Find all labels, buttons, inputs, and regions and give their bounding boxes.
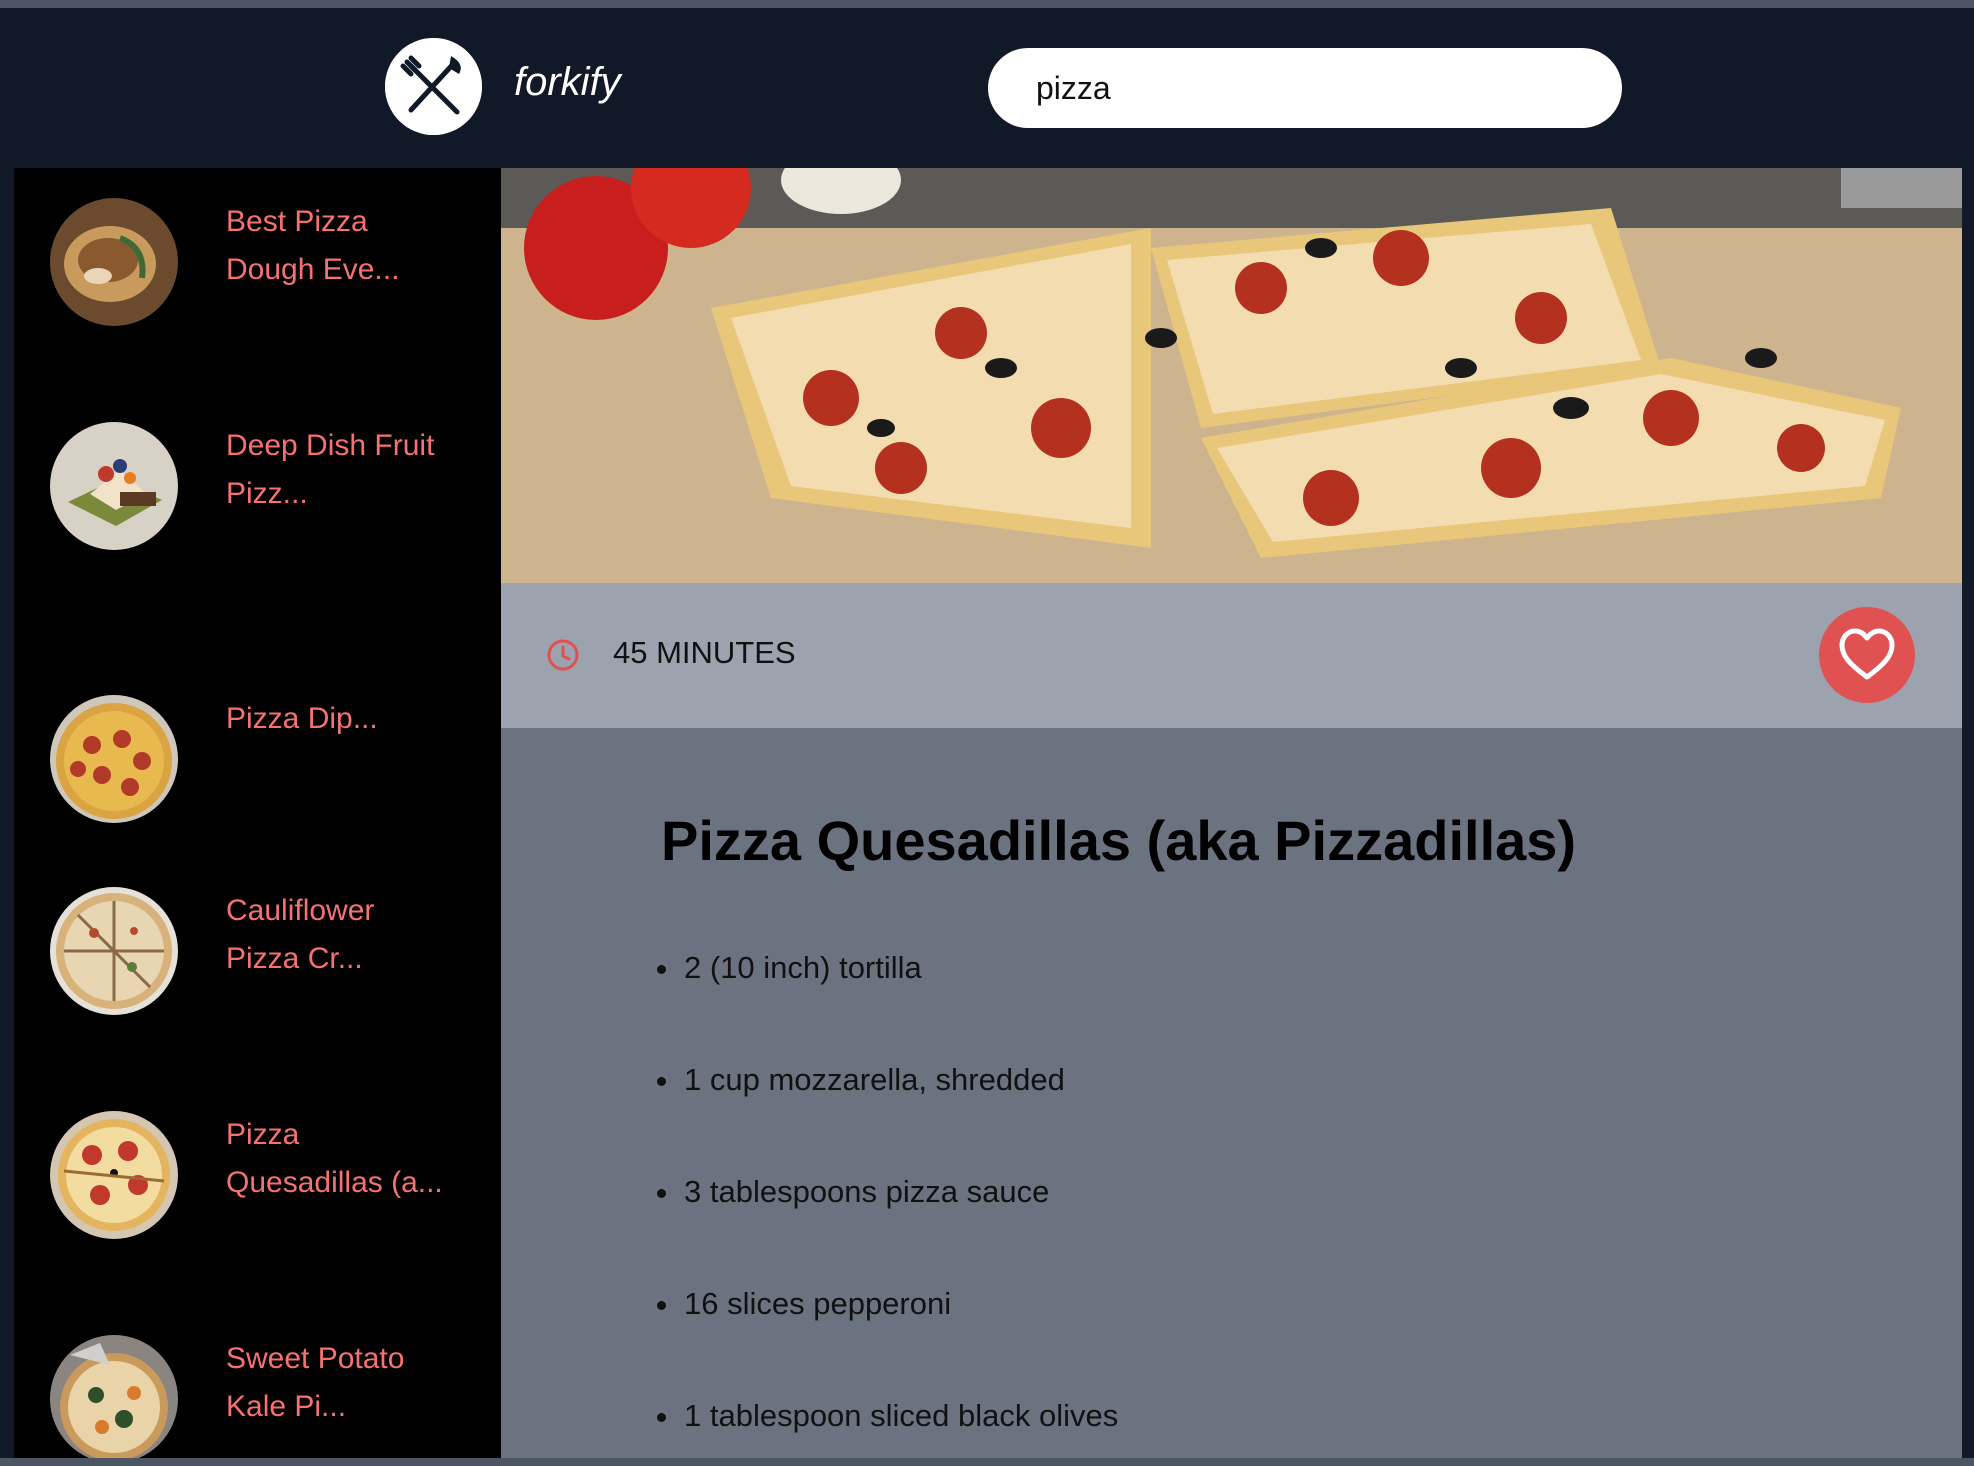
ingredient-list: 2 (10 inch) tortilla 1 cup mozzarella, s… xyxy=(651,948,1851,1458)
heart-icon xyxy=(1839,628,1895,680)
result-title: Best Pizza Dough Eve... xyxy=(226,205,400,286)
search-input[interactable] xyxy=(988,48,1622,128)
cauliflower-pizza-icon xyxy=(50,887,178,1015)
sweet-potato-pizza-icon xyxy=(50,1335,178,1458)
result-item-cauliflower-pizza-crust[interactable]: Cauliflower Pizza Cr... xyxy=(14,887,501,1027)
result-title: Deep Dish Fruit Pizz... xyxy=(226,429,435,510)
window-right-border xyxy=(1962,168,1974,1458)
recipe-info-bar: 45 MINUTES xyxy=(501,583,1962,728)
search-results-sidebar: Best Pizza Dough Eve... Deep Dish Fruit … xyxy=(14,168,501,1458)
ingredient-item: 3 tablespoons pizza sauce xyxy=(651,1172,1851,1284)
window-top-border xyxy=(0,0,1974,8)
recipe-image xyxy=(501,168,1962,583)
result-item-deep-dish-fruit-pizza[interactable]: Deep Dish Fruit Pizz... xyxy=(14,422,501,562)
quesadilla-icon xyxy=(50,1111,178,1239)
result-title: Sweet Potato Kale Pi... xyxy=(226,1342,405,1423)
ingredient-item: 1 cup mozzarella, shredded xyxy=(651,1060,1851,1172)
ingredient-item: 1 tablespoon sliced black olives xyxy=(651,1396,1851,1458)
pizza-dough-icon xyxy=(50,198,178,326)
pizza-dip-icon xyxy=(50,695,178,823)
result-title: Pizza Quesadillas (a... xyxy=(226,1118,443,1199)
app-header: forkify xyxy=(0,8,1974,168)
brand-name: forkify xyxy=(514,60,621,104)
recipe-view: 45 MINUTES Pizza Quesadillas (aka Pizzad… xyxy=(501,168,1962,1458)
result-item-pizza-dip[interactable]: Pizza Dip... xyxy=(14,695,501,835)
cooking-time: 45 MINUTES xyxy=(613,635,796,670)
recipe-title: Pizza Quesadillas (aka Pizzadillas) xyxy=(661,809,1577,872)
fork-knife-logo-icon xyxy=(385,38,482,135)
result-item-best-pizza-dough[interactable]: Best Pizza Dough Eve... xyxy=(14,198,501,338)
result-title: Pizza Dip... xyxy=(226,702,378,735)
result-title: Cauliflower Pizza Cr... xyxy=(226,894,375,975)
window-bottom-border xyxy=(0,1458,1974,1466)
ingredient-item: 16 slices pepperoni xyxy=(651,1284,1851,1396)
result-item-sweet-potato-kale-pizza[interactable]: Sweet Potato Kale Pi... xyxy=(14,1335,501,1458)
favorite-button[interactable] xyxy=(1819,607,1915,703)
clock-icon xyxy=(547,639,579,671)
ingredient-item: 2 (10 inch) tortilla xyxy=(651,948,1851,1060)
result-item-pizza-quesadillas[interactable]: Pizza Quesadillas (a... xyxy=(14,1111,501,1251)
fruit-pizza-icon xyxy=(50,422,178,550)
